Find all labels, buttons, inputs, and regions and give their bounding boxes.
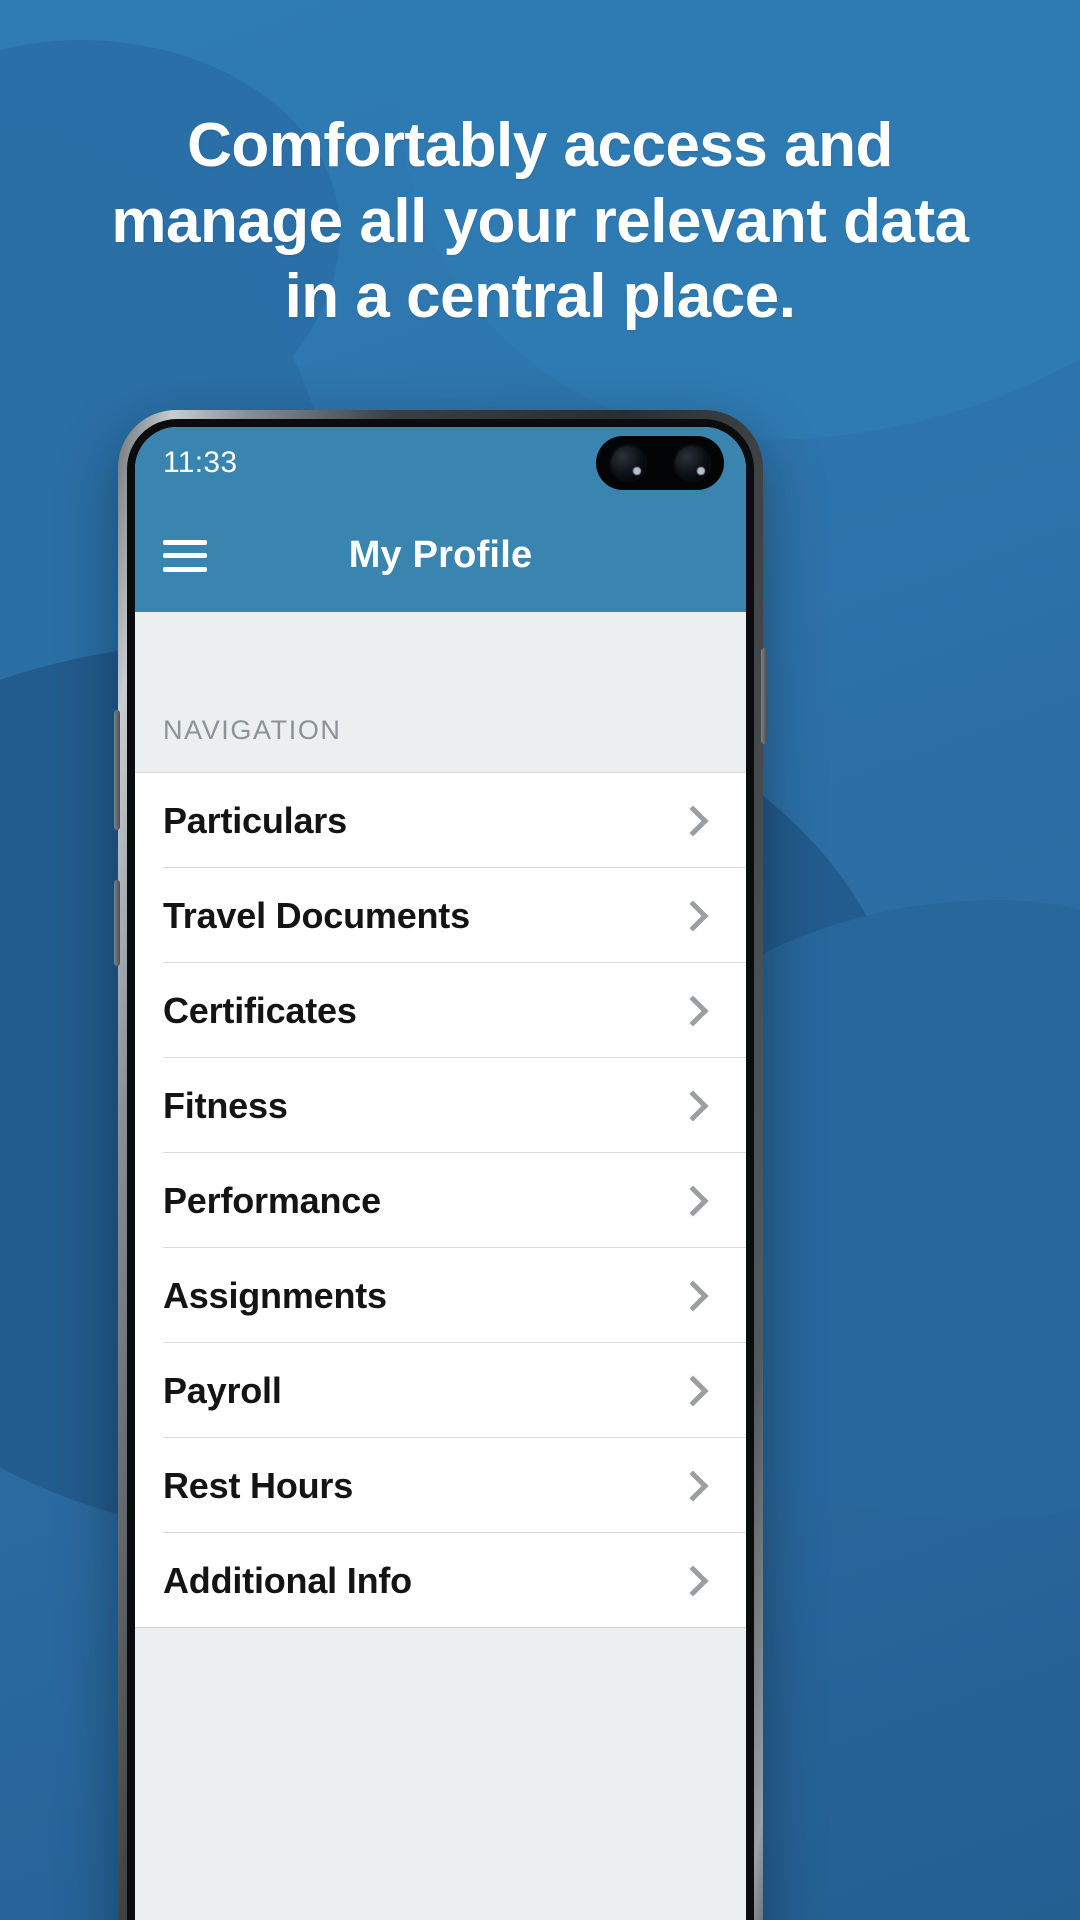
list-item-label: Performance — [163, 1179, 381, 1221]
list-item-payroll[interactable]: Payroll — [135, 1343, 746, 1438]
list-item-label: Particulars — [163, 799, 347, 841]
list-item-label: Payroll — [163, 1369, 282, 1411]
list-item-label: Additional Info — [163, 1559, 412, 1601]
status-bar: 11:33 — [135, 427, 746, 499]
list-item-label: Rest Hours — [163, 1464, 354, 1506]
front-camera-punchhole — [596, 436, 724, 490]
app-bar: My Profile — [135, 499, 746, 612]
status-bar-clock: 11:33 — [163, 446, 238, 479]
list-item-assignments[interactable]: Assignments — [135, 1248, 746, 1343]
list-item-particulars[interactable]: Particulars — [135, 773, 746, 868]
list-item-performance[interactable]: Performance — [135, 1153, 746, 1248]
front-camera-lens-primary — [609, 444, 647, 482]
chevron-right-icon — [677, 994, 709, 1027]
headline-line-1: Comfortably access and — [187, 111, 893, 180]
chevron-right-icon — [677, 1279, 709, 1312]
promo-headline: Comfortably access and manage all your r… — [0, 108, 1080, 335]
list-item-certificates[interactable]: Certificates — [135, 963, 746, 1058]
list-item-rest-hours[interactable]: Rest Hours — [135, 1438, 746, 1533]
list-item-label: Certificates — [163, 989, 357, 1031]
chevron-right-icon — [677, 1089, 709, 1122]
headline-line-2: manage all your relevant data — [111, 186, 969, 256]
power-button[interactable] — [761, 648, 767, 744]
list-item-label: Fitness — [163, 1084, 288, 1126]
list-item-label: Assignments — [163, 1274, 387, 1316]
phone-mockup: 11:33 My Profile NAVIGATION Particulars … — [114, 410, 767, 1920]
front-camera-lens-secondary — [673, 444, 711, 482]
navigation-list: Particulars Travel Documents Certificate… — [135, 772, 746, 1628]
section-header-navigation: NAVIGATION — [135, 612, 746, 772]
volume-button[interactable] — [114, 710, 120, 830]
assistant-button[interactable] — [114, 880, 120, 966]
section-header-label: NAVIGATION — [163, 715, 342, 745]
chevron-right-icon — [677, 1184, 709, 1217]
hamburger-menu-icon[interactable] — [163, 539, 207, 572]
list-item-label: Travel Documents — [163, 894, 470, 936]
chevron-right-icon — [677, 804, 709, 837]
list-item-fitness[interactable]: Fitness — [135, 1058, 746, 1153]
list-item-additional-info[interactable]: Additional Info — [135, 1533, 746, 1628]
screen-content: NAVIGATION Particulars Travel Documents … — [135, 612, 746, 1920]
list-footer-spacer — [135, 1628, 746, 1808]
phone-screen: 11:33 My Profile NAVIGATION Particulars … — [135, 427, 746, 1920]
list-item-travel-documents[interactable]: Travel Documents — [135, 868, 746, 963]
page-title: My Profile — [348, 534, 533, 576]
chevron-right-icon — [677, 1374, 709, 1407]
headline-line-3: in a central place. — [284, 262, 796, 332]
chevron-right-icon — [677, 899, 709, 932]
chevron-right-icon — [677, 1469, 709, 1502]
chevron-right-icon — [677, 1564, 709, 1597]
